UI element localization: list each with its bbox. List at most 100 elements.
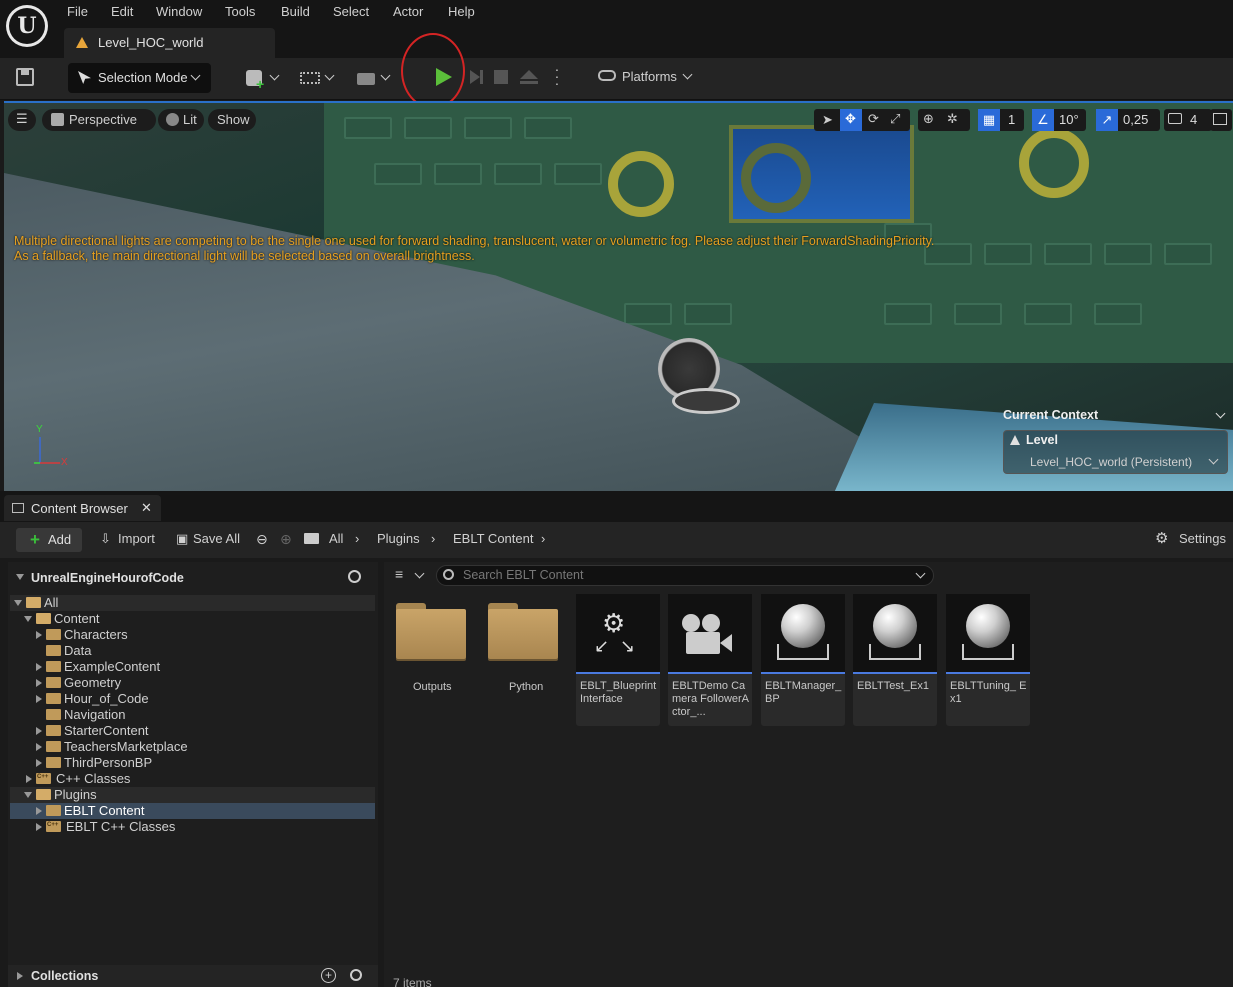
breadcrumb-eblt-content[interactable]: EBLT Content — [453, 531, 533, 546]
eject-button[interactable] — [520, 70, 538, 79]
menu-edit[interactable]: Edit — [111, 4, 133, 19]
level-tab-label: Level_HOC_world — [98, 35, 204, 50]
selection-mode-dropdown[interactable]: Selection Mode — [68, 63, 211, 93]
tree-item-teachersmarketplace[interactable]: TeachersMarketplace — [10, 739, 375, 755]
perspective-label: Perspective — [69, 112, 137, 127]
asset-card-manager-bp[interactable]: EBLTManager_ BP — [761, 594, 845, 726]
cinematics-button[interactable] — [355, 58, 395, 100]
blueprints-button[interactable] — [298, 58, 338, 100]
close-tab-icon[interactable]: ✕ — [141, 500, 152, 516]
tree-item-navigation[interactable]: Navigation — [10, 707, 375, 723]
viewport-menu-button[interactable]: ☰ — [8, 109, 36, 131]
translate-icon[interactable]: ✥ — [840, 109, 862, 131]
film-reel-icon — [702, 614, 720, 632]
asset-card-test-ex1[interactable]: EBLTTest_Ex1 — [853, 594, 937, 726]
context-level-value[interactable]: Level_HOC_world (Persistent) — [1030, 455, 1192, 469]
globe-icon[interactable]: ⊕ — [923, 111, 934, 127]
add-collection-icon[interactable]: + — [321, 968, 336, 983]
context-level-label: Level — [1026, 433, 1058, 447]
lit-sphere-icon — [166, 113, 179, 126]
tree-item-all[interactable]: All — [10, 595, 375, 611]
save-all-button[interactable]: Save All — [193, 531, 240, 546]
menu-tools[interactable]: Tools — [225, 4, 255, 19]
menu-file[interactable]: File — [67, 4, 88, 19]
rotate-icon[interactable]: ⟳ — [868, 111, 879, 127]
rotation-snap-group[interactable]: ∠ 10° — [1032, 109, 1086, 131]
add-actor-button[interactable]: + — [244, 58, 284, 100]
menu-window[interactable]: Window — [156, 4, 202, 19]
scene-ring — [608, 151, 674, 217]
project-name[interactable]: UnrealEngineHourofCode — [31, 571, 184, 585]
plus-icon: + — [256, 76, 265, 92]
unreal-logo-icon[interactable]: U — [6, 5, 48, 47]
menu-help[interactable]: Help — [448, 4, 475, 19]
menu-build[interactable]: Build — [281, 4, 310, 19]
menu-actor[interactable]: Actor — [393, 4, 423, 19]
tree-item-examplecontent[interactable]: ExampleContent — [10, 659, 375, 675]
tree-item-plugins[interactable]: Plugins — [10, 787, 375, 803]
camera-speed-group[interactable]: 4 — [1164, 109, 1212, 131]
select-arrow-icon[interactable]: ➤ — [822, 112, 833, 128]
collections-label: Collections — [31, 969, 99, 983]
surface-snap-icon[interactable]: ✲ — [947, 111, 958, 127]
grid-snap-group[interactable]: ▦ 1 — [978, 109, 1024, 131]
asset-card-tuning-ex1[interactable]: EBLTTuning_ Ex1 — [946, 594, 1030, 726]
chevron-down-icon — [269, 70, 280, 81]
tree-item-hour-of-code[interactable]: Hour_of_Code — [10, 691, 375, 707]
collapse-icon[interactable] — [16, 574, 24, 580]
breadcrumb-all[interactable]: All — [329, 531, 343, 546]
asset-card-blueprint-interface[interactable]: ⚙ ↙ ↘ EBLT_Blueprint Interface — [576, 594, 660, 726]
lit-button[interactable]: Lit — [158, 109, 204, 131]
tree-item-cpp-classes[interactable]: C++ Classes — [10, 771, 375, 787]
tree-item-data[interactable]: Data — [10, 643, 375, 659]
selection-mode-label: Selection Mode — [98, 70, 188, 85]
tree-item-thirdpersonbp[interactable]: ThirdPersonBP — [10, 755, 375, 771]
add-button[interactable]: + Add — [16, 528, 82, 552]
scale-snap-value: 0,25 — [1123, 112, 1149, 127]
play-options-menu-icon[interactable]: · · · — [554, 62, 560, 90]
tree-item-content[interactable]: Content — [10, 611, 375, 627]
tree-item-eblt-content[interactable]: EBLT Content — [10, 803, 375, 819]
asset-name: EBLTManager_ BP — [765, 680, 842, 705]
asset-card-camera-follower[interactable]: EBLTDemo Camera FollowerActor_... — [668, 594, 752, 726]
folder-python[interactable] — [488, 603, 560, 659]
asset-search-input[interactable]: Search EBLT Content — [436, 565, 934, 586]
skip-icon[interactable] — [470, 70, 480, 84]
collections-bar[interactable]: Collections + — [8, 965, 378, 987]
content-browser-tab[interactable]: Content Browser ✕ — [4, 495, 161, 521]
stop-button[interactable] — [494, 70, 508, 84]
save-all-icon[interactable]: ▣ — [176, 531, 188, 547]
breadcrumb-separator: › — [431, 531, 436, 546]
folder-outputs[interactable] — [396, 603, 468, 659]
grid-snap-value: 1 — [1008, 112, 1016, 127]
viewport-layout-button[interactable] — [1210, 109, 1232, 131]
import-button[interactable]: Import — [118, 531, 155, 546]
perspective-button[interactable]: Perspective — [42, 109, 156, 131]
tree-item-eblt-cpp-classes[interactable]: EBLT C++ Classes — [10, 819, 375, 835]
filter-icon[interactable]: ≡ — [395, 566, 403, 582]
import-icon[interactable]: ⇩ — [100, 531, 111, 547]
scale-snap-group[interactable]: ↗ 0,25 — [1096, 109, 1160, 131]
chevron-down-icon[interactable] — [1208, 454, 1219, 465]
tree-item-characters[interactable]: Characters — [10, 627, 375, 643]
gear-icon[interactable]: ⚙ — [1155, 529, 1168, 547]
chevron-down-icon — [190, 70, 201, 81]
breadcrumb-separator[interactable]: › — [541, 531, 545, 546]
tree-item-startercontent[interactable]: StarterContent — [10, 723, 375, 739]
level-tab[interactable]: Level_HOC_world — [64, 28, 275, 58]
breadcrumb-plugins[interactable]: Plugins — [377, 531, 420, 546]
scale-icon[interactable]: ⤢ — [890, 111, 900, 127]
chevron-down-icon[interactable] — [915, 568, 926, 579]
forward-icon[interactable]: ⊕ — [280, 531, 292, 548]
show-button[interactable]: Show — [208, 109, 256, 131]
tree-item-geometry[interactable]: Geometry — [10, 675, 375, 691]
search-icon[interactable] — [348, 570, 361, 583]
camera-lens-icon — [720, 634, 732, 652]
save-icon[interactable] — [16, 68, 34, 86]
back-icon[interactable]: ⊖ — [256, 531, 268, 548]
search-icon[interactable] — [350, 969, 362, 981]
settings-button[interactable]: Settings — [1179, 531, 1226, 546]
breadcrumb-separator: › — [355, 531, 360, 546]
folder-icon[interactable] — [304, 533, 319, 544]
menu-select[interactable]: Select — [333, 4, 369, 19]
